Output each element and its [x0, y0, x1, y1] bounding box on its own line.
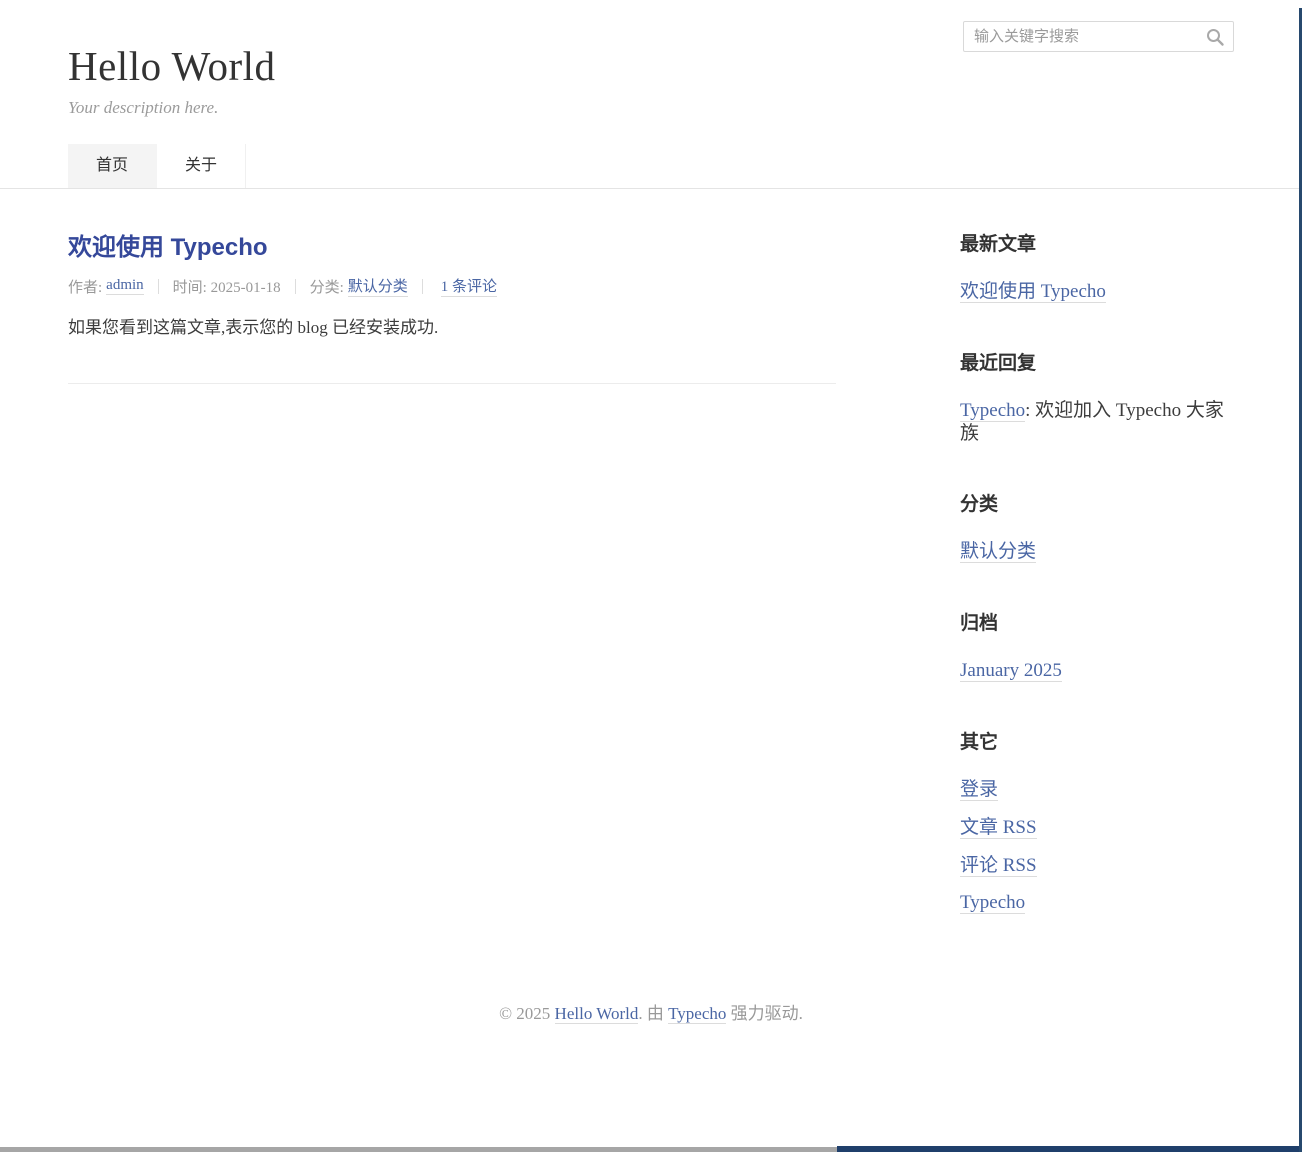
post-body: 如果您看到这篇文章,表示您的 blog 已经安装成功.: [68, 315, 836, 341]
footer-suffix-text: 强力驱动.: [726, 1004, 803, 1023]
list-item: 欢迎使用 Typecho: [960, 281, 1234, 304]
post-author-link[interactable]: admin: [106, 277, 144, 295]
meta-separator: [295, 279, 296, 294]
post-rss-link[interactable]: 文章 RSS: [960, 817, 1037, 839]
background-window-edge-bottom: [837, 1146, 1302, 1152]
meta-separator: [422, 279, 423, 294]
list-item: 评论 RSS: [960, 855, 1234, 878]
list-item: January 2025: [960, 660, 1234, 683]
post-comments-link[interactable]: 1 条评论: [441, 275, 497, 297]
post-author-label: 作者:: [68, 276, 102, 297]
archive-link[interactable]: January 2025: [960, 660, 1062, 682]
login-link[interactable]: 登录: [960, 779, 998, 801]
post-category-link[interactable]: 默认分类: [348, 275, 408, 297]
recent-reply-author-link[interactable]: Typecho: [960, 400, 1025, 422]
post-article: 欢迎使用 Typecho 作者: admin 时间: 2025-01-18 分类…: [68, 227, 836, 341]
sidebar-heading-recent-replies: 最近回复: [960, 348, 1234, 375]
site-header: Hello World Your description here. 首页 关于: [0, 0, 1302, 189]
meta-separator: [158, 279, 159, 294]
recent-post-link[interactable]: 欢迎使用 Typecho: [960, 281, 1106, 303]
comment-rss-link[interactable]: 评论 RSS: [960, 855, 1037, 877]
site-description: Your description here.: [68, 98, 1234, 118]
post-date: 时间: 2025-01-18: [173, 276, 281, 297]
background-window-taskbar-edge: [0, 1147, 837, 1152]
search-box: [963, 21, 1234, 52]
sidebar-heading-misc: 其它: [960, 727, 1234, 754]
post-category-label: 分类:: [310, 276, 344, 297]
sidebar-section-categories: 分类 默认分类: [960, 489, 1234, 564]
post-title-link[interactable]: 欢迎使用 Typecho: [68, 227, 836, 262]
typecho-link[interactable]: Typecho: [960, 892, 1025, 914]
sidebar-section-misc: 其它 登录 文章 RSS 评论 RSS Typecho: [960, 727, 1234, 915]
main-nav: 首页 关于: [68, 144, 1234, 188]
category-link[interactable]: 默认分类: [960, 541, 1036, 563]
list-item: Typecho: [960, 892, 1234, 915]
search-icon: [1205, 27, 1225, 47]
footer-middle-text: . 由: [638, 1004, 668, 1023]
search-button[interactable]: [1201, 27, 1233, 47]
footer-engine-link[interactable]: Typecho: [668, 1004, 726, 1024]
sidebar-heading-categories: 分类: [960, 489, 1234, 516]
list-item: Typecho: 欢迎加入 Typecho 大家族: [960, 400, 1234, 446]
list-item: 默认分类: [960, 541, 1234, 564]
post-meta: 作者: admin 时间: 2025-01-18 分类: 默认分类 1 条评论: [68, 275, 836, 297]
search-input[interactable]: [964, 28, 1201, 45]
footer-copyright: © 2025: [499, 1004, 554, 1023]
footer-site-link[interactable]: Hello World: [555, 1004, 639, 1024]
list-item: 登录: [960, 779, 1234, 802]
nav-item-home[interactable]: 首页: [68, 144, 157, 188]
sidebar-heading-recent-posts: 最新文章: [960, 229, 1234, 256]
nav-item-about[interactable]: 关于: [157, 144, 246, 188]
sidebar-heading-archives: 归档: [960, 608, 1234, 635]
sidebar: 最新文章 欢迎使用 Typecho 最近回复 Typecho: 欢迎加入 Typ…: [960, 189, 1234, 959]
sidebar-section-archives: 归档 January 2025: [960, 608, 1234, 683]
site-footer: © 2025 Hello World. 由 Typecho 强力驱动.: [68, 959, 1234, 1024]
main-column: 欢迎使用 Typecho 作者: admin 时间: 2025-01-18 分类…: [68, 189, 836, 959]
sidebar-section-recent-replies: 最近回复 Typecho: 欢迎加入 Typecho 大家族: [960, 348, 1234, 446]
post-divider: [68, 383, 836, 384]
sidebar-section-recent-posts: 最新文章 欢迎使用 Typecho: [960, 229, 1234, 304]
list-item: 文章 RSS: [960, 817, 1234, 840]
